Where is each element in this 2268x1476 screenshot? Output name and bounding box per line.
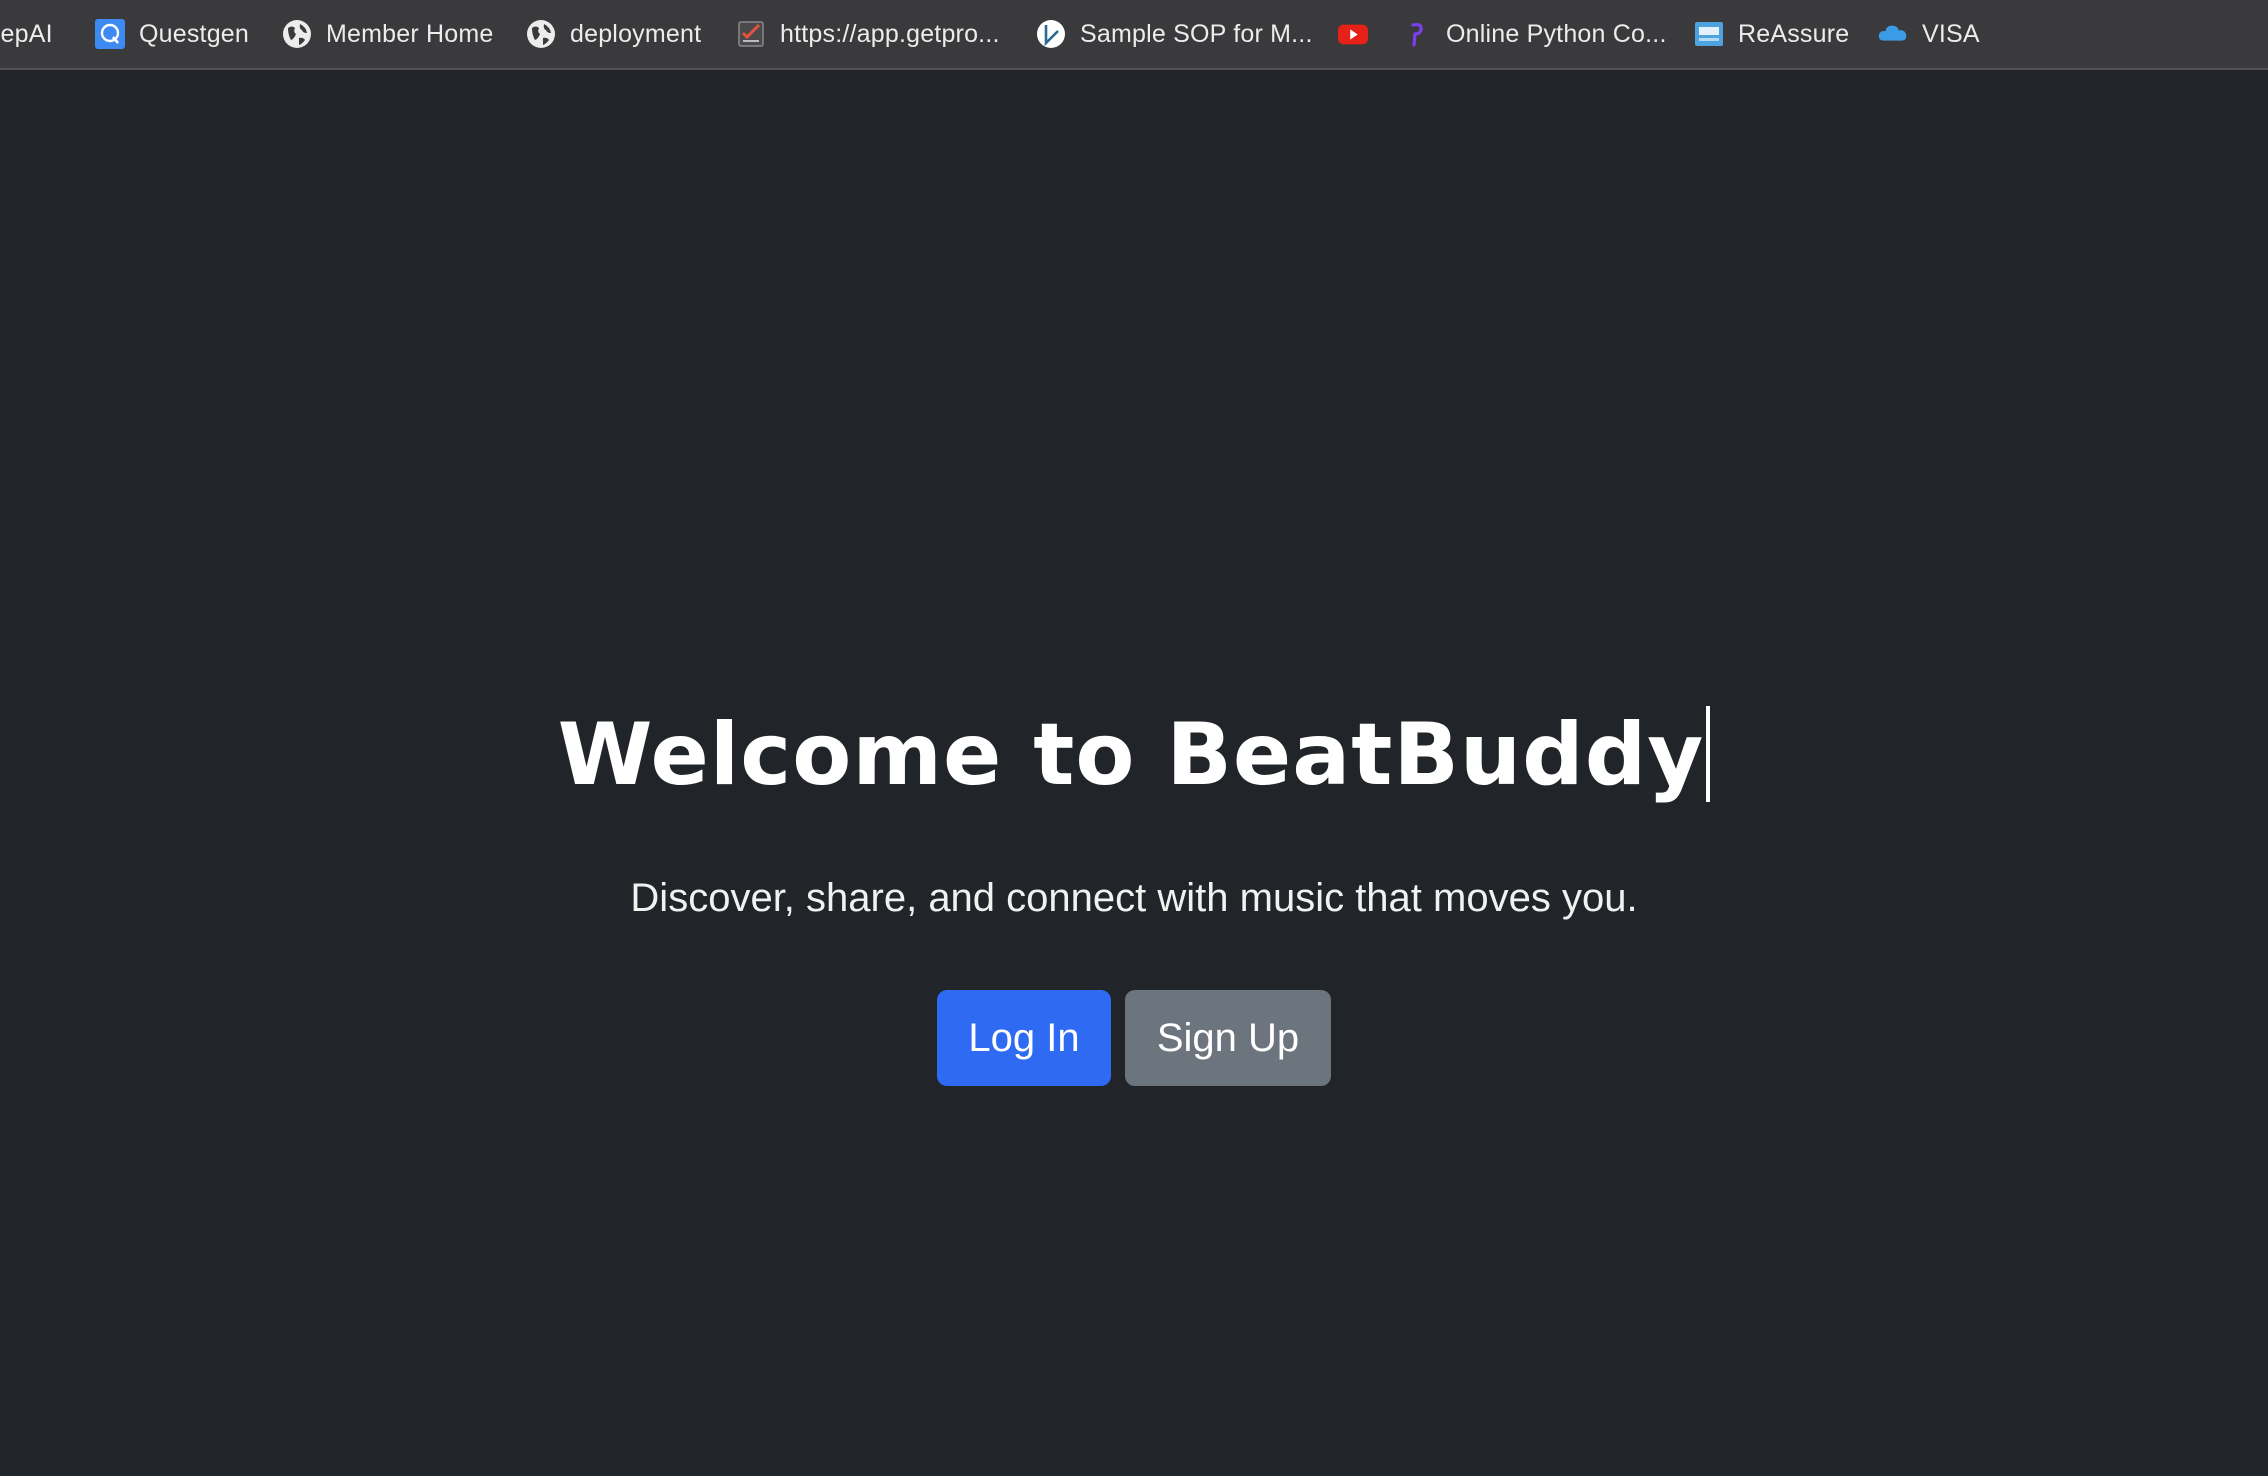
pen-logo-icon (1036, 19, 1066, 49)
bookmark-label: Member Home (326, 19, 494, 48)
signup-button[interactable]: Sign Up (1125, 990, 1331, 1086)
bookmark-label: repAI (0, 19, 53, 48)
checklist-icon (736, 19, 766, 49)
cloud-icon (1878, 19, 1908, 49)
bookmark-label: VISA (1922, 19, 1980, 48)
bookmark-member-home[interactable]: Member Home (282, 0, 494, 68)
hero-section: Welcome to BeatBuddy Discover, share, an… (0, 70, 2268, 1476)
bookmark-label: https://app.getpro... (780, 19, 1000, 48)
bookmark-label: Sample SOP for M... (1080, 19, 1313, 48)
niva-bupa-icon (1694, 19, 1724, 49)
bookmark-label: Online Python Co... (1446, 19, 1667, 48)
bookmark-sample-sop[interactable]: Sample SOP for M... (1036, 0, 1313, 68)
bookmark-prepai[interactable]: repAI (0, 0, 53, 68)
bookmark-reassure[interactable]: ReAssure (1694, 0, 1849, 68)
globe-icon (526, 19, 556, 49)
bookmark-label: deployment (570, 19, 702, 48)
bookmark-youtube[interactable] (1338, 0, 1368, 68)
questgen-icon (95, 19, 125, 49)
bookmark-visa[interactable]: VISA (1878, 0, 1980, 68)
hero-title-text: Welcome to BeatBuddy (557, 705, 1705, 805)
bookmark-getpro[interactable]: https://app.getpro... (736, 0, 1000, 68)
hero-subtitle: Discover, share, and connect with music … (630, 876, 1638, 920)
bookmark-label: ReAssure (1738, 19, 1850, 48)
login-button[interactable]: Log In (937, 990, 1111, 1086)
globe-icon (282, 19, 312, 49)
bookmarks-bar: repAI Questgen Member Home deployment ht… (0, 0, 2268, 70)
page-title: Welcome to BeatBuddy (0, 700, 2268, 810)
auth-buttons: Log In Sign Up (0, 990, 2268, 1086)
bookmark-questgen[interactable]: Questgen (95, 0, 249, 68)
bookmark-label: Questgen (139, 19, 250, 48)
text-cursor (1706, 706, 1711, 802)
youtube-icon (1338, 19, 1368, 49)
bookmark-online-python[interactable]: Online Python Co... (1402, 0, 1667, 68)
python-compiler-icon (1402, 19, 1432, 49)
bookmark-deployment[interactable]: deployment (526, 0, 701, 68)
